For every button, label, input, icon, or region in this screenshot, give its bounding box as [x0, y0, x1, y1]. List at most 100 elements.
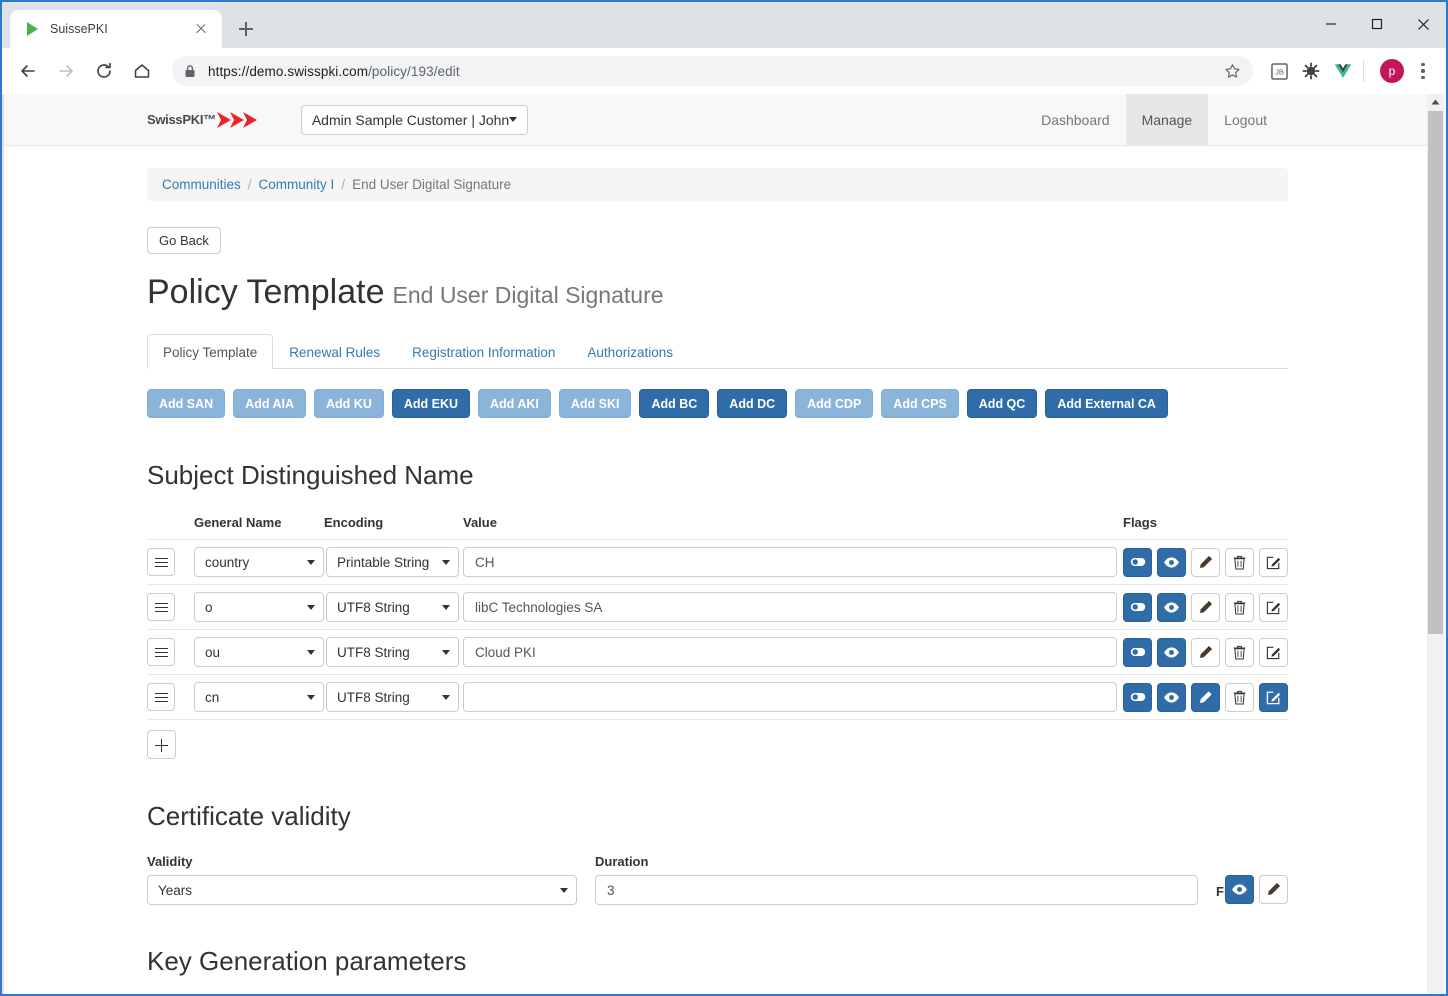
delete-trash-icon[interactable]: [1225, 637, 1254, 667]
scrollbar-thumb[interactable]: [1428, 111, 1443, 634]
browser-tab-strip: SuissePKI: [2, 2, 1446, 48]
edit-pencil-icon[interactable]: [1259, 875, 1288, 905]
bug-extension-icon[interactable]: [1297, 57, 1325, 85]
encoding-select[interactable]: Printable String: [326, 547, 459, 578]
visible-eye-icon[interactable]: [1225, 875, 1254, 905]
delete-trash-icon[interactable]: [1225, 682, 1254, 712]
browser-tab[interactable]: SuissePKI: [10, 10, 222, 48]
general-name-select[interactable]: ou: [194, 637, 324, 668]
drag-handle-icon[interactable]: [147, 593, 175, 622]
scrollbar-up-arrow[interactable]: [1427, 94, 1444, 111]
delete-trash-icon[interactable]: [1225, 547, 1254, 577]
critical-toggle-icon[interactable]: [1123, 637, 1152, 667]
duration-label: Duration: [595, 854, 649, 870]
browser-tab-title: SuissePKI: [50, 22, 108, 36]
browser-window: SuissePKI https://demo.swisspki.com/poli…: [0, 0, 1448, 996]
critical-toggle-icon[interactable]: [1123, 682, 1152, 712]
value-input[interactable]: libC Technologies SA: [463, 592, 1117, 623]
encoding-select[interactable]: UTF8 String: [326, 637, 459, 668]
edit-pencil-icon[interactable]: [1191, 547, 1220, 577]
add-san-button[interactable]: Add SAN: [147, 389, 226, 419]
address-bar[interactable]: https://demo.swisspki.com/policy/193/edi…: [172, 56, 1253, 86]
general-name-select[interactable]: o: [194, 592, 324, 623]
add-aia-button[interactable]: Add AIA: [233, 389, 307, 419]
general-name-value: ou: [205, 644, 221, 660]
add-dn-row-button[interactable]: [147, 730, 176, 760]
jetbrains-extension-icon[interactable]: JB: [1265, 57, 1293, 85]
edit-pencil-icon[interactable]: [1191, 637, 1220, 667]
drag-handle-icon[interactable]: [147, 683, 175, 712]
critical-toggle-icon[interactable]: [1123, 547, 1152, 577]
new-tab-button[interactable]: [232, 15, 260, 43]
col-header-flags: Flags: [1123, 515, 1157, 531]
customer-select[interactable]: Admin Sample Customer | John: [300, 104, 529, 135]
visible-eye-icon[interactable]: [1157, 547, 1186, 577]
tab-renewal-rules[interactable]: Renewal Rules: [273, 334, 396, 369]
critical-toggle-icon[interactable]: [1123, 592, 1152, 622]
page-scrollbar[interactable]: [1427, 94, 1444, 994]
add-aki-button[interactable]: Add AKI: [478, 389, 551, 419]
go-back-button[interactable]: Go Back: [147, 227, 221, 254]
visible-eye-icon[interactable]: [1157, 637, 1186, 667]
visible-eye-icon[interactable]: [1157, 592, 1186, 622]
drag-handle-icon[interactable]: [147, 548, 175, 577]
star-icon[interactable]: [1224, 63, 1241, 80]
encoding-select[interactable]: UTF8 String: [326, 682, 459, 713]
add-qc-button[interactable]: Add QC: [966, 389, 1038, 419]
vuejs-devtools-icon[interactable]: [1329, 57, 1357, 85]
visible-eye-icon[interactable]: [1157, 682, 1186, 712]
edit-in-box-icon[interactable]: [1259, 547, 1288, 577]
add-bc-button[interactable]: Add BC: [639, 389, 710, 419]
edit-in-box-icon[interactable]: [1259, 682, 1288, 712]
breadcrumb-item-communities[interactable]: Communities: [162, 177, 241, 192]
edit-pencil-icon[interactable]: [1191, 682, 1220, 712]
svg-text:JB: JB: [1275, 67, 1284, 76]
chevron-down-icon: [307, 604, 315, 610]
reload-icon[interactable]: [88, 55, 120, 87]
close-icon[interactable]: [190, 18, 212, 40]
tab-policy-template[interactable]: Policy Template: [147, 334, 274, 370]
table-row: country Printable String CH: [147, 539, 1288, 584]
tab-registration-information[interactable]: Registration Information: [396, 334, 571, 369]
general-name-select[interactable]: country: [194, 547, 324, 578]
value-input[interactable]: CH: [463, 547, 1117, 578]
edit-pencil-icon[interactable]: [1191, 592, 1220, 622]
add-ku-button[interactable]: Add KU: [314, 389, 384, 419]
value-input[interactable]: [463, 682, 1117, 713]
breadcrumb-item-community[interactable]: Community I: [259, 177, 335, 192]
nav-item-manage[interactable]: Manage: [1125, 94, 1209, 146]
edit-in-box-icon[interactable]: [1259, 637, 1288, 667]
add-cdp-button[interactable]: Add CDP: [795, 389, 874, 419]
page-viewport: SwissPKI™ Admin Sample Customer | John D…: [4, 94, 1446, 994]
three-dot-menu-icon[interactable]: [1410, 57, 1436, 85]
breadcrumb: Communities / Community I / End User Dig…: [147, 168, 1288, 201]
lock-icon: [184, 64, 196, 78]
add-dc-button[interactable]: Add DC: [717, 389, 788, 419]
add-cps-button[interactable]: Add CPS: [881, 389, 959, 419]
avatar[interactable]: p: [1380, 59, 1404, 83]
page-content: SwissPKI™ Admin Sample Customer | John D…: [4, 94, 1431, 994]
general-name-select[interactable]: cn: [194, 682, 324, 713]
brand-logo[interactable]: SwissPKI™: [147, 109, 269, 131]
delete-trash-icon[interactable]: [1225, 592, 1254, 622]
edit-in-box-icon[interactable]: [1259, 592, 1288, 622]
value-input[interactable]: Cloud PKI: [463, 637, 1117, 668]
nav-item-logout[interactable]: Logout: [1208, 94, 1283, 146]
close-button[interactable]: [1400, 2, 1446, 46]
nav-item-dashboard[interactable]: Dashboard: [1025, 94, 1126, 146]
add-external-ca-button[interactable]: Add External CA: [1045, 389, 1168, 419]
nav-label: Logout: [1224, 111, 1267, 128]
drag-handle-icon[interactable]: [147, 638, 175, 667]
tab-authorizations[interactable]: Authorizations: [571, 334, 689, 369]
app-navbar: SwissPKI™ Admin Sample Customer | John D…: [4, 94, 1431, 146]
add-ski-button[interactable]: Add SKI: [558, 389, 632, 419]
minimize-button[interactable]: [1308, 2, 1354, 46]
encoding-select[interactable]: UTF8 String: [326, 592, 459, 623]
forward-arrow-icon[interactable]: [50, 55, 82, 87]
home-icon[interactable]: [126, 55, 158, 87]
customer-select-value: Admin Sample Customer | John: [311, 111, 510, 128]
maximize-button[interactable]: [1354, 2, 1400, 46]
table-row: o UTF8 String libC Technologies SA: [147, 584, 1288, 629]
back-arrow-icon[interactable]: [12, 55, 44, 87]
add-eku-button[interactable]: Add EKU: [391, 389, 471, 419]
